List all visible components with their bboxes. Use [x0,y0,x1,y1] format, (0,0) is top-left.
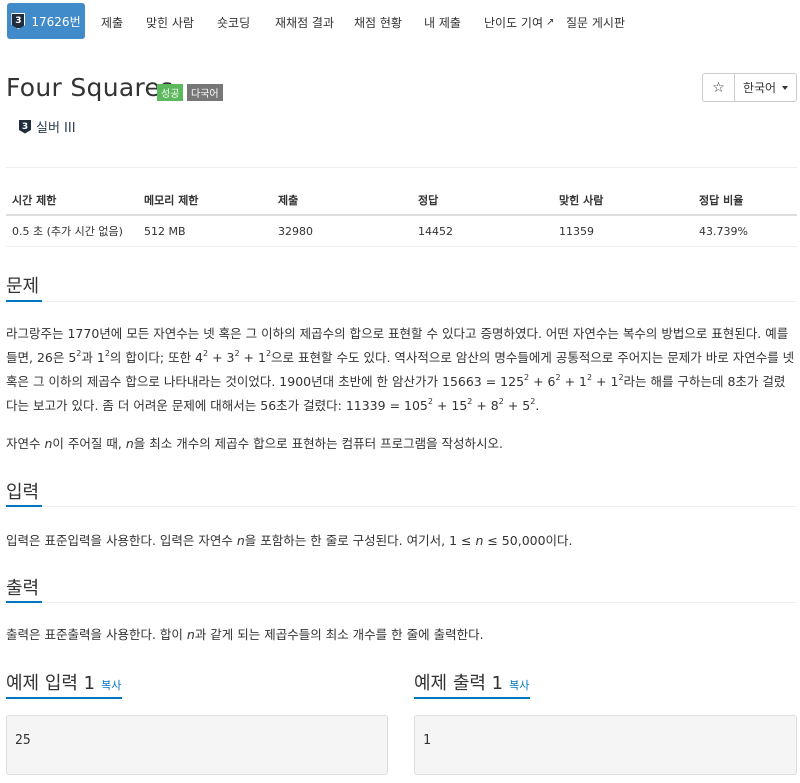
nav-tab-question-board[interactable]: 질문 게시판 [566,0,625,44]
problem-nav: 3 17626번 제출 맞힌 사람 숏코딩 재채점 결과 채점 현황 내 제출 … [0,0,800,44]
nav-tab-difficulty-contribution[interactable]: 난이도 기여 ↗ [484,0,554,44]
favorite-button[interactable]: ☆ [702,73,735,102]
col-memory-limit: 메모리 제한 [138,185,272,216]
submissions-value[interactable]: 32980 [272,215,412,247]
divider [6,167,797,168]
output-heading: 출력 [6,578,40,599]
problem-stats-table: 시간 제한 메모리 제한 제출 정답 맞힌 사람 정답 비율 0.5 초 (추가… [6,185,797,247]
output-description: 출력은 표준출력을 사용한다. 합이 n과 같게 되는 제곱수들의 최소 개수를… [6,627,484,642]
sample-output-heading: 예제 출력 1 복사 [414,669,529,695]
status-badge-success: 성공 [157,84,184,101]
col-submissions: 제출 [272,185,412,216]
nav-tab-solved-users[interactable]: 맞힌 사람 [146,0,194,44]
time-limit-value: 0.5 초 (추가 시간 없음) [6,215,138,247]
section-rule [6,602,797,603]
problem-task: 자연수 n이 주어질 때, n을 최소 개수의 제곱수 합으로 표현하는 컴퓨터… [6,436,504,451]
copy-sample-input-button[interactable]: 복사 [101,679,121,692]
col-time-limit: 시간 제한 [6,185,138,216]
multilingual-badge: 다국어 [187,84,223,101]
problem-heading: 문제 [6,276,40,297]
section-underline [6,300,42,302]
col-solved-users: 맞힌 사람 [553,185,693,216]
section-rule [6,301,797,302]
sample-output-box[interactable]: 1 [414,715,797,775]
sample-input-box[interactable]: 25 [6,715,388,775]
sample-output-title: 예제 출력 1 [414,673,504,694]
tier-badge-icon: 3 [11,13,26,29]
language-dropdown[interactable]: 한국어 [734,73,797,102]
section-underline [6,505,42,507]
nav-tab-judge-status[interactable]: 채점 현황 [354,0,402,44]
nav-tab-shortcoding[interactable]: 숏코딩 [217,0,250,44]
nav-tab-submit[interactable]: 제출 [101,0,123,44]
section-underline [6,601,42,603]
nav-tab-my-submissions[interactable]: 내 제출 [424,0,461,44]
memory-limit-value: 512 MB [138,215,272,247]
accepted-value[interactable]: 14452 [412,215,553,247]
accept-rate-value: 43.739% [693,215,797,247]
nav-difficulty-label: 난이도 기여 [484,15,544,30]
table-row: 0.5 초 (추가 시간 없음) 512 MB 32980 14452 1135… [6,215,797,247]
star-icon: ☆ [712,79,725,96]
tier-icon: 3 [19,119,31,134]
problem-tier[interactable]: 3 실버 III [19,117,76,136]
language-label: 한국어 [742,81,777,95]
sample-input-heading: 예제 입력 1 복사 [6,669,121,695]
nav-tab-problem[interactable]: 3 17626번 [7,3,85,39]
sample-input-title: 예제 입력 1 [6,673,96,694]
problem-title: Four Squares [6,73,174,102]
solved-users-value[interactable]: 11359 [553,215,693,247]
input-description: 입력은 표준입력을 사용한다. 입력은 자연수 n을 포함하는 한 줄로 구성된… [6,533,573,548]
copy-sample-output-button[interactable]: 복사 [509,679,529,692]
external-link-icon: ↗ [546,16,555,28]
section-underline [6,697,122,699]
table-header-row: 시간 제한 메모리 제한 제출 정답 맞힌 사람 정답 비율 [6,185,797,216]
problem-description: 라그랑주는 1770년에 모든 자연수는 넷 혹은 그 이하의 제곱수의 합으로… [6,326,795,413]
col-accept-rate: 정답 비율 [693,185,797,216]
chevron-down-icon [782,85,789,90]
nav-problem-id: 17626번 [31,14,81,29]
input-heading: 입력 [6,482,40,503]
section-underline [414,697,530,699]
nav-tab-rejudge-results[interactable]: 재채점 결과 [275,0,334,44]
section-rule [6,506,797,507]
col-accepted: 정답 [412,185,553,216]
tier-name: 실버 III [36,121,76,136]
